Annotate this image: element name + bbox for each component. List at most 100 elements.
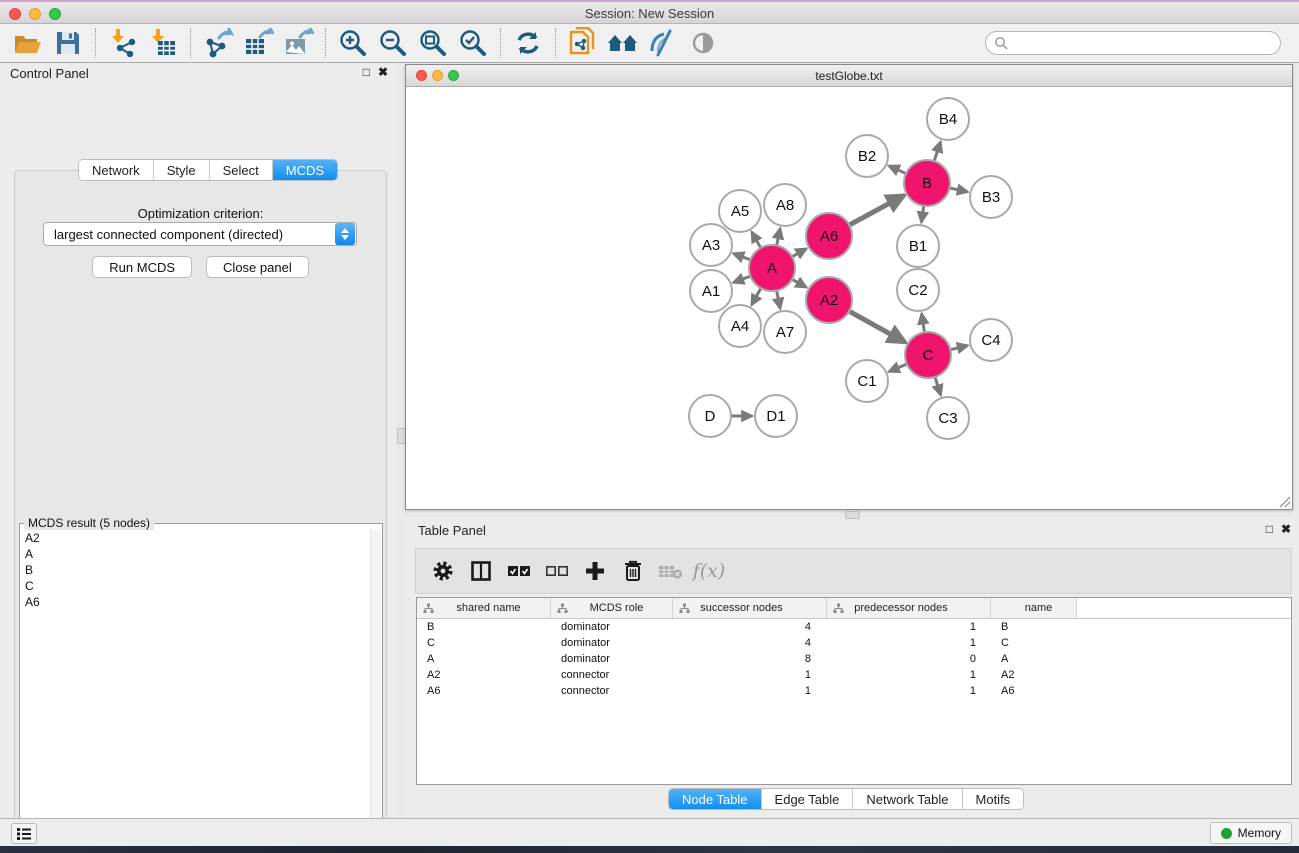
columns-icon[interactable] xyxy=(466,556,496,586)
delete-column-icon[interactable] xyxy=(618,556,648,586)
zoom-selected-icon[interactable] xyxy=(453,26,493,60)
table-row[interactable]: Adominator80A xyxy=(417,651,1291,667)
network-canvas[interactable]: B4B2BB3A8A5A6B1A3AA1C2A2A4A7C4CC1C3DD1 xyxy=(406,87,1292,509)
graph-node-A[interactable]: A xyxy=(749,245,795,291)
graph-node-B[interactable]: B xyxy=(904,160,950,206)
select-all-icon[interactable] xyxy=(504,556,534,586)
graph-node-D1[interactable]: D1 xyxy=(755,395,797,437)
edge-A-A4[interactable] xyxy=(752,288,761,305)
graph-node-B1[interactable]: B1 xyxy=(897,225,939,267)
graph-node-A3[interactable]: A3 xyxy=(690,224,732,266)
table-row[interactable]: A6connector11A6 xyxy=(417,683,1291,699)
open-file-icon[interactable] xyxy=(8,26,48,60)
table-cell[interactable]: A6 xyxy=(991,685,1077,697)
edge-B-B2[interactable] xyxy=(889,166,906,174)
graph-node-B2[interactable]: B2 xyxy=(846,135,888,177)
edge-C-C4[interactable] xyxy=(950,346,967,350)
export-table-icon[interactable] xyxy=(238,26,278,60)
clone-network-icon[interactable] xyxy=(563,26,603,60)
horizontal-split-handle[interactable] xyxy=(845,511,860,519)
memory-button[interactable]: Memory xyxy=(1210,822,1292,844)
tab-style[interactable]: Style xyxy=(154,160,210,180)
deselect-all-icon[interactable] xyxy=(542,556,572,586)
tab-mcds[interactable]: MCDS xyxy=(273,160,337,180)
import-network-icon[interactable] xyxy=(103,26,143,60)
edge-B-B4[interactable] xyxy=(934,142,940,161)
edge-A6-B[interactable] xyxy=(849,195,904,225)
column-header-shared-name[interactable]: shared name xyxy=(417,598,551,618)
table-cell[interactable]: A6 xyxy=(417,685,551,697)
table-cell[interactable]: C xyxy=(417,637,551,649)
graph-node-C4[interactable]: C4 xyxy=(970,319,1012,361)
column-header-MCDS-role[interactable]: MCDS role xyxy=(551,598,673,618)
hide-windows-icon[interactable] xyxy=(643,26,683,60)
table-cell[interactable]: A2 xyxy=(417,669,551,681)
table-cell[interactable]: 0 xyxy=(827,653,991,665)
graph-node-A7[interactable]: A7 xyxy=(764,311,806,353)
edge-A-A6[interactable] xyxy=(792,249,806,257)
table-row[interactable]: A2connector11A2 xyxy=(417,667,1291,683)
edge-C-C2[interactable] xyxy=(922,314,925,333)
table-cell[interactable]: 1 xyxy=(673,669,827,681)
table-cell[interactable]: B xyxy=(991,621,1077,633)
graph-node-B4[interactable]: B4 xyxy=(927,98,969,140)
show-graphics-icon[interactable] xyxy=(683,26,723,60)
table-cell[interactable]: connector xyxy=(551,685,673,697)
table-cell[interactable]: C xyxy=(991,637,1077,649)
table-cell[interactable]: dominator xyxy=(551,637,673,649)
edge-A-A2[interactable] xyxy=(792,279,806,287)
graph-node-A2[interactable]: A2 xyxy=(806,277,852,323)
graph-node-B3[interactable]: B3 xyxy=(970,176,1012,218)
edge-C-C1[interactable] xyxy=(889,364,907,372)
table-cell[interactable]: 1 xyxy=(827,621,991,633)
graph-node-A6[interactable]: A6 xyxy=(806,213,852,259)
result-list-item[interactable]: C xyxy=(21,578,369,594)
column-header-predecessor-nodes[interactable]: predecessor nodes xyxy=(827,598,991,618)
float-panel-icon[interactable]: □ xyxy=(363,65,370,79)
edge-A-A1[interactable] xyxy=(733,276,750,282)
table-cell[interactable]: 8 xyxy=(673,653,827,665)
tab-select[interactable]: Select xyxy=(210,160,273,180)
table-cell[interactable]: 4 xyxy=(673,621,827,633)
export-image-icon[interactable] xyxy=(278,26,318,60)
edge-A-A5[interactable] xyxy=(752,232,761,248)
table-cell[interactable]: B xyxy=(417,621,551,633)
edge-B-B3[interactable] xyxy=(949,188,967,192)
export-network-icon[interactable] xyxy=(198,26,238,60)
column-header-name[interactable]: name xyxy=(991,598,1077,618)
table-cell[interactable]: connector xyxy=(551,669,673,681)
tab-network[interactable]: Network xyxy=(79,160,154,180)
result-list-item[interactable]: A xyxy=(21,546,369,562)
result-scrollbar[interactable] xyxy=(370,530,381,853)
resize-grip-icon[interactable] xyxy=(1278,495,1291,508)
table-cell[interactable]: 1 xyxy=(827,669,991,681)
add-column-icon[interactable] xyxy=(580,556,610,586)
table-cell[interactable]: 1 xyxy=(827,685,991,697)
zoom-in-icon[interactable] xyxy=(333,26,373,60)
graph-node-A5[interactable]: A5 xyxy=(719,190,761,232)
close-panel-icon[interactable]: ✖ xyxy=(378,65,388,79)
tab-node-table[interactable]: Node Table xyxy=(669,789,762,809)
table-cell[interactable]: 1 xyxy=(827,637,991,649)
table-cell[interactable]: dominator xyxy=(551,621,673,633)
graph-node-A8[interactable]: A8 xyxy=(764,184,806,226)
refresh-layout-icon[interactable] xyxy=(508,26,548,60)
result-list-item[interactable]: A6 xyxy=(21,594,369,610)
graph-node-A1[interactable]: A1 xyxy=(690,270,732,312)
table-cell[interactable]: 1 xyxy=(673,685,827,697)
table-cell[interactable]: dominator xyxy=(551,653,673,665)
result-list-item[interactable]: B xyxy=(21,562,369,578)
zoom-out-icon[interactable] xyxy=(373,26,413,60)
graph-node-A4[interactable]: A4 xyxy=(719,305,761,347)
optimization-criterion-select[interactable]: largest connected component (directed) xyxy=(43,222,357,246)
graph-node-C3[interactable]: C3 xyxy=(927,397,969,439)
graph-node-D[interactable]: D xyxy=(689,395,731,437)
function-builder-icon[interactable]: f(x) xyxy=(694,556,724,586)
search-input[interactable] xyxy=(1013,36,1272,51)
graph-node-C1[interactable]: C1 xyxy=(846,360,888,402)
table-cell[interactable]: 4 xyxy=(673,637,827,649)
table-row[interactable]: Bdominator41B xyxy=(417,619,1291,635)
run-mcds-button[interactable]: Run MCDS xyxy=(92,256,192,278)
table-cell[interactable]: A xyxy=(417,653,551,665)
task-history-button[interactable] xyxy=(11,823,37,844)
